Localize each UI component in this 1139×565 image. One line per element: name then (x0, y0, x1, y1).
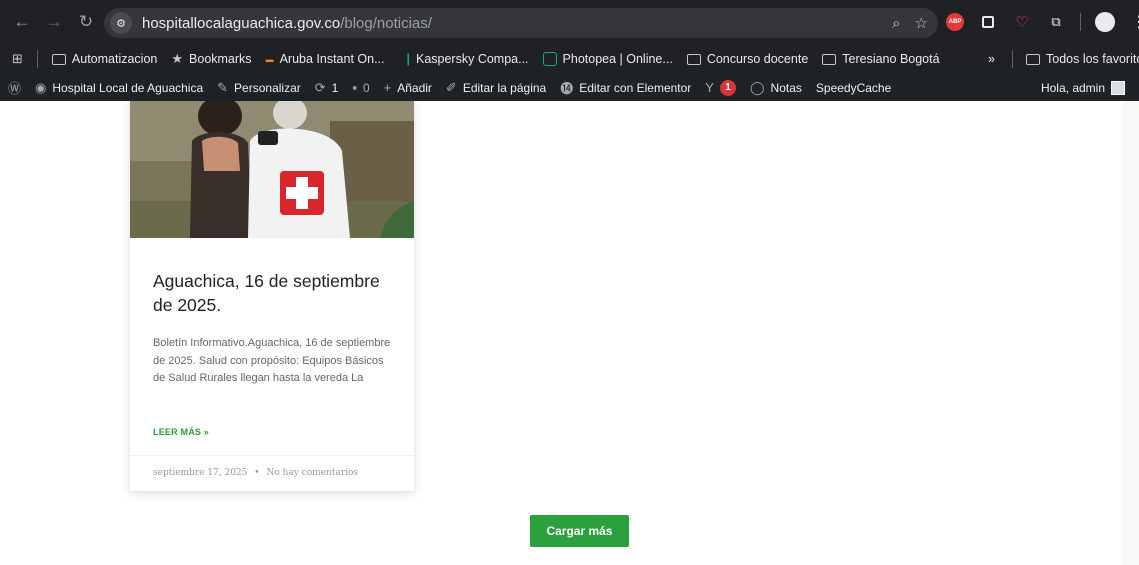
bookmark-concurso-docente[interactable]: Concurso docente (686, 52, 809, 66)
post-card: Aguachica, 16 de septiembre de 2025. Bol… (130, 101, 414, 491)
star-icon: ★ (171, 51, 184, 66)
meta-separator: • (254, 468, 260, 478)
bookmark-label: Aruba Instant On... (279, 52, 385, 66)
toolbar-separator (1080, 13, 1081, 31)
elementor-icon: ⓮ (560, 81, 574, 96)
apps-grid-icon[interactable]: ⊞ (12, 51, 23, 67)
bookmark-aruba[interactable]: ▬ Aruba Instant On... (266, 52, 385, 66)
back-arrow-icon[interactable]: ← (8, 8, 36, 36)
post-featured-image[interactable] (130, 101, 414, 238)
brush-icon: ✎ (217, 79, 229, 95)
pencil-icon: ✐ (445, 79, 457, 95)
bookmark-label: Bookmarks (189, 52, 252, 66)
wp-customize-label: Personalizar (234, 80, 301, 95)
bookmark-photopea[interactable]: Photopea | Online... (542, 52, 673, 66)
menu-kebab-icon[interactable]: ⋮ (1129, 12, 1139, 32)
wp-updates-count: 1 (331, 80, 339, 95)
kaspersky-icon: | (406, 52, 410, 66)
wp-add-new[interactable]: + Añadir (384, 80, 432, 95)
bookmark-automatizacion[interactable]: Automatizacion (51, 52, 158, 66)
post-comments-count[interactable]: No hay comentarios (266, 468, 358, 478)
site-info-icon[interactable]: ⚙ (110, 12, 132, 34)
wordpress-logo-icon[interactable]: Ⓦ (8, 78, 21, 97)
card-divider (130, 455, 414, 456)
folder-icon (1026, 53, 1040, 65)
comment-icon: ▪ (352, 80, 357, 95)
zoom-icon[interactable]: ⌕ (892, 15, 900, 32)
wp-admin-bar: Ⓦ ◉ Hospital Local de Aguachica ✎ Personal… (0, 74, 1139, 101)
wp-updates[interactable]: ⟳ 1 (315, 80, 339, 96)
bookmarks-bar: ⊞ Automatizacion ★ Bookmarks ▬ Aruba Insta… (0, 44, 1139, 74)
wp-notes-label: Notas (770, 80, 802, 95)
folder-icon (51, 53, 66, 65)
post-photo (130, 101, 414, 238)
bookmarks-separator (1012, 50, 1013, 68)
bookmark-label: Concurso docente (706, 52, 809, 66)
url-path: /blog/noticias/ (340, 14, 432, 32)
plus-icon: + (383, 80, 392, 95)
dashboard-icon: ◉ (35, 79, 47, 95)
bookmark-label: Photopea | Online... (562, 52, 673, 66)
url-host: hospitallocalaguachica.gov.co (142, 14, 341, 32)
browser-toolbar: ← → ↻ ⚙ hospitallocalaguachica.gov.co/bl… (0, 0, 1139, 44)
wp-my-account[interactable]: Hola, admin (1041, 74, 1125, 101)
page-scrollbar[interactable] (1122, 101, 1139, 565)
bookmark-bookmarks[interactable]: ★ Bookmarks (171, 51, 251, 67)
wp-edit-page[interactable]: ✐ Editar la página (446, 80, 546, 96)
load-more-button[interactable]: Cargar más (530, 515, 629, 547)
reload-icon[interactable]: ↻ (72, 8, 100, 36)
forward-arrow-icon[interactable]: → (40, 8, 68, 36)
photopea-icon (542, 52, 557, 66)
wp-comments-count: 0 (362, 80, 370, 95)
wp-customize[interactable]: ✎ Personalizar (217, 80, 301, 96)
folder-icon (822, 53, 837, 65)
wp-site-name-label: Hospital Local de Aguachica (52, 80, 204, 95)
bookmark-kaspersky[interactable]: | Kaspersky Compa... (406, 52, 528, 66)
wp-edit-elementor-label: Editar con Elementor (579, 80, 692, 95)
wp-avatar (1111, 80, 1125, 95)
url-text[interactable]: hospitallocalaguachica.gov.co/blog/notic… (142, 15, 432, 32)
yoast-icon: Y (705, 80, 714, 95)
bookmark-label: Automatizacion (71, 52, 158, 66)
bookmark-label: Kaspersky Compa... (415, 52, 529, 66)
bookmarks-overflow-button[interactable]: » (988, 52, 995, 66)
post-date: septiembre 17, 2025 (153, 468, 248, 478)
bookmark-label: Teresiano Bogotá (842, 52, 940, 66)
all-bookmarks-label: Todos los favoritos (1046, 52, 1139, 66)
wp-speedycache[interactable]: SpeedyCache (816, 81, 891, 95)
post-excerpt: Boletín Informativo.Aguachica, 16 de sep… (153, 337, 391, 384)
wp-edit-page-label: Editar la página (462, 80, 547, 95)
extensions-puzzle-icon[interactable]: ⧉ (1046, 12, 1066, 32)
pocket-icon[interactable]: ♡ (1012, 12, 1032, 32)
address-bar[interactable]: ⚙ hospitallocalaguachica.gov.co/blog/not… (104, 8, 938, 38)
extension-square-icon[interactable] (978, 12, 998, 32)
wp-notes[interactable]: ◯ Notas (750, 80, 802, 96)
all-bookmarks-folder[interactable]: Todos los favoritos (1026, 52, 1139, 66)
wp-speedycache-label: SpeedyCache (815, 80, 892, 95)
adblock-plus-icon[interactable]: ABP (946, 13, 964, 31)
read-more-link[interactable]: LEER MÁS » (153, 427, 209, 437)
aruba-icon: ▬ (265, 54, 274, 64)
folder-icon (686, 53, 701, 65)
wp-comments[interactable]: ▪ 0 (352, 80, 369, 95)
yoast-badge: 1 (719, 79, 736, 96)
post-meta: septiembre 17, 2025 • No hay comentarios (153, 468, 358, 478)
speech-bubble-icon: ◯ (749, 79, 765, 95)
wp-greeting: Hola, admin (1040, 80, 1105, 95)
bookmarks-separator (36, 50, 38, 68)
wp-add-new-label: Añadir (397, 80, 432, 95)
updates-icon: ⟳ (314, 79, 326, 95)
bookmark-teresiano[interactable]: Teresiano Bogotá (822, 52, 940, 66)
post-title[interactable]: Aguachica, 16 de septiembre de 2025. (153, 269, 393, 317)
wp-site-name[interactable]: ◉ Hospital Local de Aguachica (35, 80, 203, 96)
wp-yoast[interactable]: Y1 (705, 79, 736, 96)
wp-edit-elementor[interactable]: ⓮ Editar con Elementor (560, 78, 691, 97)
profile-icon[interactable] (1095, 12, 1115, 32)
bookmark-star-icon[interactable]: ☆ (915, 14, 928, 32)
